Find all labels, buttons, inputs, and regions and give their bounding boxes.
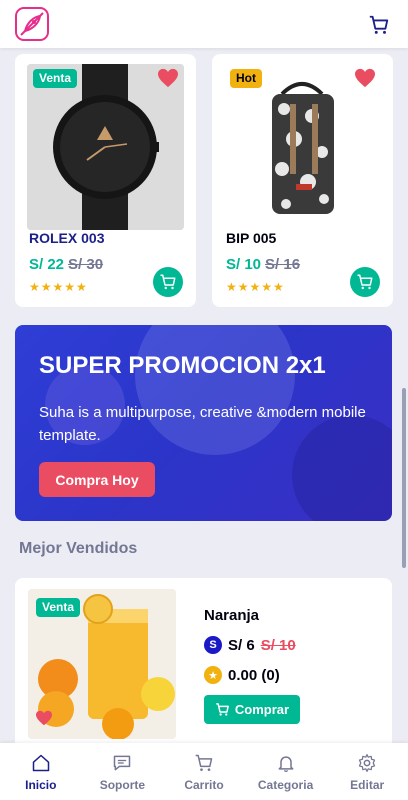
heart-icon[interactable]: [354, 68, 376, 88]
nav-item-soporte[interactable]: Soporte: [82, 743, 164, 800]
promo-text: Suha is a multipurpose, creative &modern…: [39, 404, 366, 444]
gear-icon: [359, 754, 376, 772]
currency-icon: S: [204, 636, 222, 654]
rocket-logo-icon[interactable]: [15, 7, 49, 41]
rating-stars: ★★★★★: [29, 280, 88, 294]
add-to-cart-button[interactable]: [350, 267, 380, 297]
cart-icon: [357, 274, 373, 290]
product-name[interactable]: Naranja: [204, 607, 259, 624]
product-name[interactable]: BIP 005: [226, 230, 276, 246]
cart-icon[interactable]: [368, 14, 390, 36]
chat-icon: [114, 755, 131, 771]
buy-button[interactable]: Comprar: [204, 695, 300, 724]
product-card[interactable]: Hot BIP 005 S/ 10 S/ 16 ★★★★★: [212, 54, 393, 307]
scrollbar[interactable]: [402, 388, 406, 568]
best-seller-card[interactable]: Venta Naranja S S/ 6 S/ 10 ★ 0.00 (0) Co…: [15, 578, 392, 753]
nav-label: Inicio: [25, 778, 57, 792]
bell-icon: [278, 756, 293, 772]
price-old: S/ 16: [265, 256, 301, 273]
promo-banner[interactable]: SUPER PROMOCION 2x1 Suha is a multipurpo…: [15, 325, 392, 521]
nav-label: Carrito: [184, 778, 224, 792]
buy-button-label: Comprar: [234, 702, 290, 717]
product-price: S/ 10 S/ 16: [226, 256, 300, 273]
sale-badge: Venta: [33, 69, 78, 88]
heart-icon[interactable]: [35, 710, 53, 726]
price-old: S/ 10: [260, 636, 296, 654]
sale-badge: Venta: [36, 598, 81, 617]
product-price: S S/ 6 S/ 10: [204, 636, 296, 654]
cart-icon: [160, 274, 176, 290]
price-current: S/ 6: [228, 636, 255, 654]
nav-item-inicio[interactable]: Inicio: [0, 743, 82, 800]
nav-label: Editar: [350, 778, 385, 792]
nav-item-editar[interactable]: Editar: [326, 743, 408, 800]
cart-icon: [195, 754, 213, 771]
bottom-navigation: Inicio Soporte Carrito Categoria Editar: [0, 743, 408, 800]
price-current: S/ 22: [29, 256, 65, 273]
shop-now-button[interactable]: Compra Hoy: [39, 462, 155, 497]
top-header: [0, 0, 408, 48]
home-icon: [32, 754, 50, 772]
hot-badge: Hot: [230, 69, 262, 88]
nav-label: Soporte: [99, 778, 146, 792]
product-rating: ★ 0.00 (0): [204, 666, 280, 684]
rating-stars: ★★★★★: [226, 280, 285, 294]
product-name[interactable]: ROLEX 003: [29, 230, 104, 246]
heart-icon[interactable]: [157, 68, 179, 88]
price-current: S/ 10: [226, 256, 262, 273]
section-title: Mejor Vendidos: [19, 540, 138, 557]
add-to-cart-button[interactable]: [153, 267, 183, 297]
nav-item-carrito[interactable]: Carrito: [163, 743, 245, 800]
promo-title: SUPER PROMOCION 2x1: [39, 352, 326, 379]
star-icon: ★: [204, 666, 222, 684]
product-price: S/ 22 S/ 30: [29, 256, 103, 273]
price-old: S/ 30: [68, 256, 104, 273]
cart-icon: [216, 703, 229, 716]
nav-item-categoria[interactable]: Categoria: [245, 743, 327, 800]
nav-label: Categoria: [257, 778, 314, 792]
watch-image[interactable]: [27, 64, 184, 230]
backpack-image[interactable]: [224, 64, 381, 230]
product-card[interactable]: Venta ROLEX 003 S/ 22 S/ 30 ★★★★★: [15, 54, 196, 307]
rating-value: 0.00 (0): [228, 666, 280, 684]
